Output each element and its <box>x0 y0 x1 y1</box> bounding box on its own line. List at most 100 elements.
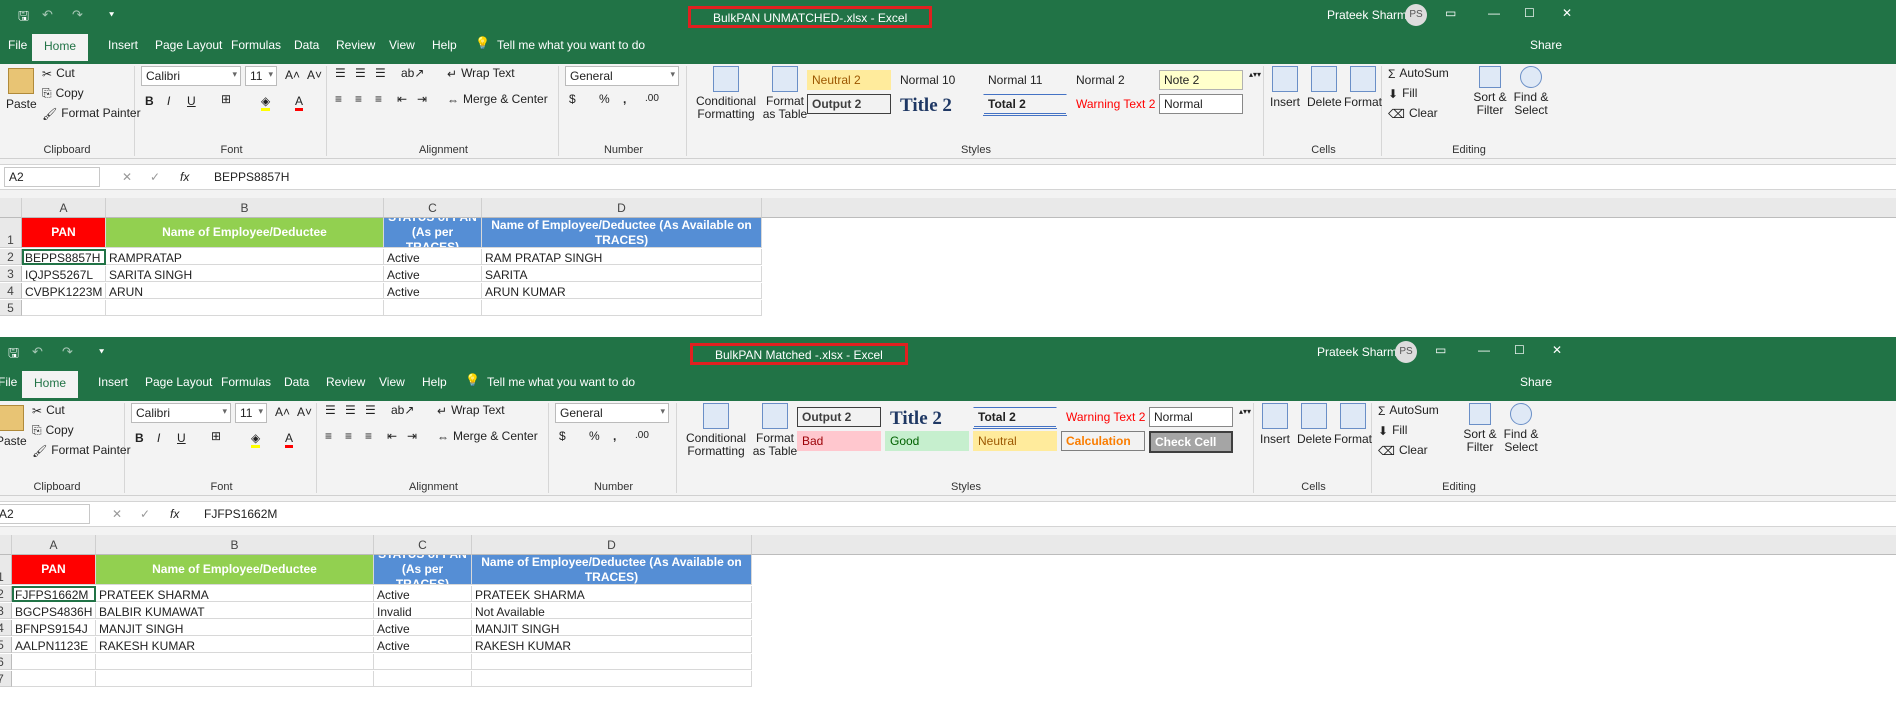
empty-cell[interactable] <box>374 654 472 670</box>
align-bottom-icon[interactable]: ☰ <box>375 66 386 80</box>
cut-button[interactable]: ✂ Cut <box>32 403 65 418</box>
header-cell[interactable]: Name of Employee/Deductee <box>96 555 374 585</box>
insert-button[interactable]: Insert <box>1270 66 1300 109</box>
enter-icon[interactable]: ✓ <box>140 507 150 521</box>
style-note-2[interactable]: Note 2 <box>1159 70 1243 90</box>
style-normal-2[interactable]: Normal 2 <box>1071 70 1155 90</box>
data-cell[interactable]: Active <box>374 637 472 653</box>
empty-cell[interactable] <box>472 654 752 670</box>
select-all-corner[interactable] <box>0 535 12 555</box>
user-name[interactable]: Prateek Sharma <box>1317 345 1404 359</box>
percent-button[interactable]: % <box>589 429 600 443</box>
style-neutral-2[interactable]: Neutral 2 <box>807 70 891 90</box>
percent-button[interactable]: % <box>599 92 610 106</box>
save-icon[interactable]: 🖫 <box>8 344 19 366</box>
orientation-icon[interactable]: ab↗ <box>391 403 414 417</box>
column-header-b[interactable]: B <box>96 535 374 555</box>
tab-help[interactable]: Help <box>432 38 457 52</box>
align-top-icon[interactable]: ☰ <box>325 403 336 417</box>
redo-icon[interactable]: ↷ <box>62 344 73 360</box>
row-header-4[interactable]: 4 <box>0 283 22 299</box>
undo-icon[interactable]: ↶ <box>42 7 53 23</box>
styles-scroll-icon[interactable]: ▴▾▾ <box>1239 405 1251 419</box>
share-button[interactable]: Share <box>1520 375 1552 389</box>
data-cell[interactable]: SARITA SINGH <box>106 266 384 282</box>
customize-qat-icon[interactable]: ⯆ <box>98 347 105 358</box>
clear-button[interactable]: ⌫ Clear <box>1388 106 1438 121</box>
data-cell[interactable]: MANJIT SINGH <box>472 620 752 636</box>
data-cell[interactable]: BEPPS8857H <box>22 249 106 265</box>
conditional-formatting-button[interactable]: Conditional Formatting <box>693 66 759 121</box>
increase-font-icon[interactable]: A˄ <box>285 68 300 82</box>
tab-page-layout[interactable]: Page Layout <box>145 375 212 389</box>
borders-icon[interactable]: ⊞ <box>221 92 231 106</box>
empty-cell[interactable] <box>384 300 482 316</box>
number-format-combo[interactable]: General <box>555 403 669 423</box>
cut-button[interactable]: ✂ Cut <box>42 66 75 81</box>
tab-data[interactable]: Data <box>284 375 309 389</box>
style-total-2[interactable]: Total 2 <box>983 94 1067 116</box>
tab-file[interactable]: File <box>0 375 17 389</box>
close-icon[interactable]: ✕ <box>1562 6 1572 20</box>
font-size-combo[interactable]: 11 <box>245 66 277 86</box>
conditional-formatting-button[interactable]: Conditional Formatting <box>683 403 749 458</box>
data-cell[interactable]: BFNPS9154J <box>12 620 96 636</box>
ribbon-display-icon[interactable]: ▭ <box>1435 343 1446 357</box>
empty-cell[interactable] <box>472 671 752 687</box>
increase-decimal-button[interactable]: .00 <box>645 93 659 104</box>
align-center-icon[interactable]: ≡ <box>345 429 352 443</box>
tab-home[interactable]: Home <box>32 34 89 61</box>
delete-button[interactable]: Delete <box>1307 66 1342 109</box>
cancel-icon[interactable]: ✕ <box>112 507 122 521</box>
sort-filter-button[interactable]: Sort & Filter <box>1472 66 1508 117</box>
align-middle-icon[interactable]: ☰ <box>355 66 366 80</box>
data-cell[interactable]: ARUN KUMAR <box>482 283 762 299</box>
row-header-7[interactable]: 7 <box>0 671 12 687</box>
format-button[interactable]: Format <box>1344 66 1382 109</box>
empty-cell[interactable] <box>96 654 374 670</box>
data-cell[interactable]: CVBPK1223M <box>22 283 106 299</box>
row-header-5[interactable]: 5 <box>0 637 12 653</box>
merge-center-button[interactable]: ⇔ Merge & Center <box>437 429 538 444</box>
decrease-indent-icon[interactable]: ⇤ <box>397 92 407 106</box>
row-header-3[interactable]: 3 <box>0 603 12 619</box>
data-cell[interactable]: Active <box>384 249 482 265</box>
column-header-a[interactable]: A <box>12 535 96 555</box>
save-icon[interactable]: 🖫 <box>18 7 29 29</box>
font-size-combo[interactable]: 11 <box>235 403 267 423</box>
underline-button[interactable]: U <box>177 431 186 445</box>
style-bad[interactable]: Bad <box>797 431 881 451</box>
paste-button[interactable]: Paste <box>0 405 27 448</box>
find-select-button[interactable]: Find & Select <box>1502 403 1540 454</box>
empty-cell[interactable] <box>12 654 96 670</box>
fill-button[interactable]: ⬇ Fill <box>1388 86 1417 101</box>
close-icon[interactable]: ✕ <box>1552 343 1562 357</box>
empty-cell[interactable] <box>12 671 96 687</box>
fill-color-icon[interactable]: ◈ <box>251 431 261 448</box>
tell-me-search[interactable]: Tell me what you want to do <box>487 375 635 389</box>
autosum-button[interactable]: Σ AutoSum <box>1388 66 1449 81</box>
header-cell[interactable]: STATUS of PAN (As per TRACES) <box>384 218 482 248</box>
borders-icon[interactable]: ⊞ <box>211 429 221 443</box>
user-name[interactable]: Prateek Sharma <box>1327 8 1414 22</box>
share-button[interactable]: Share <box>1530 38 1562 52</box>
data-cell[interactable]: IQJPS5267L <box>22 266 106 282</box>
format-painter-button[interactable]: 🖌 Format Painter <box>32 443 131 458</box>
data-cell[interactable]: RAKESH KUMAR <box>96 637 374 653</box>
copy-button[interactable]: ⎘ Copy <box>42 86 84 101</box>
data-cell[interactable]: Active <box>384 266 482 282</box>
maximize-icon[interactable]: ☐ <box>1514 343 1525 357</box>
row-header-5[interactable]: 5 <box>0 300 22 316</box>
wrap-text-button[interactable]: ↵ Wrap Text <box>447 66 515 81</box>
data-cell[interactable]: RAKESH KUMAR <box>472 637 752 653</box>
customize-qat-icon[interactable]: ⯆ <box>108 10 115 21</box>
column-header-a[interactable]: A <box>22 198 106 218</box>
align-right-icon[interactable]: ≡ <box>365 429 372 443</box>
font-name-combo[interactable]: Calibri <box>131 403 231 423</box>
tab-page-layout[interactable]: Page Layout <box>155 38 222 52</box>
align-center-icon[interactable]: ≡ <box>355 92 362 106</box>
wrap-text-button[interactable]: ↵ Wrap Text <box>437 403 505 418</box>
row-header-3[interactable]: 3 <box>0 266 22 282</box>
underline-button[interactable]: U <box>187 94 196 108</box>
insert-button[interactable]: Insert <box>1260 403 1290 446</box>
